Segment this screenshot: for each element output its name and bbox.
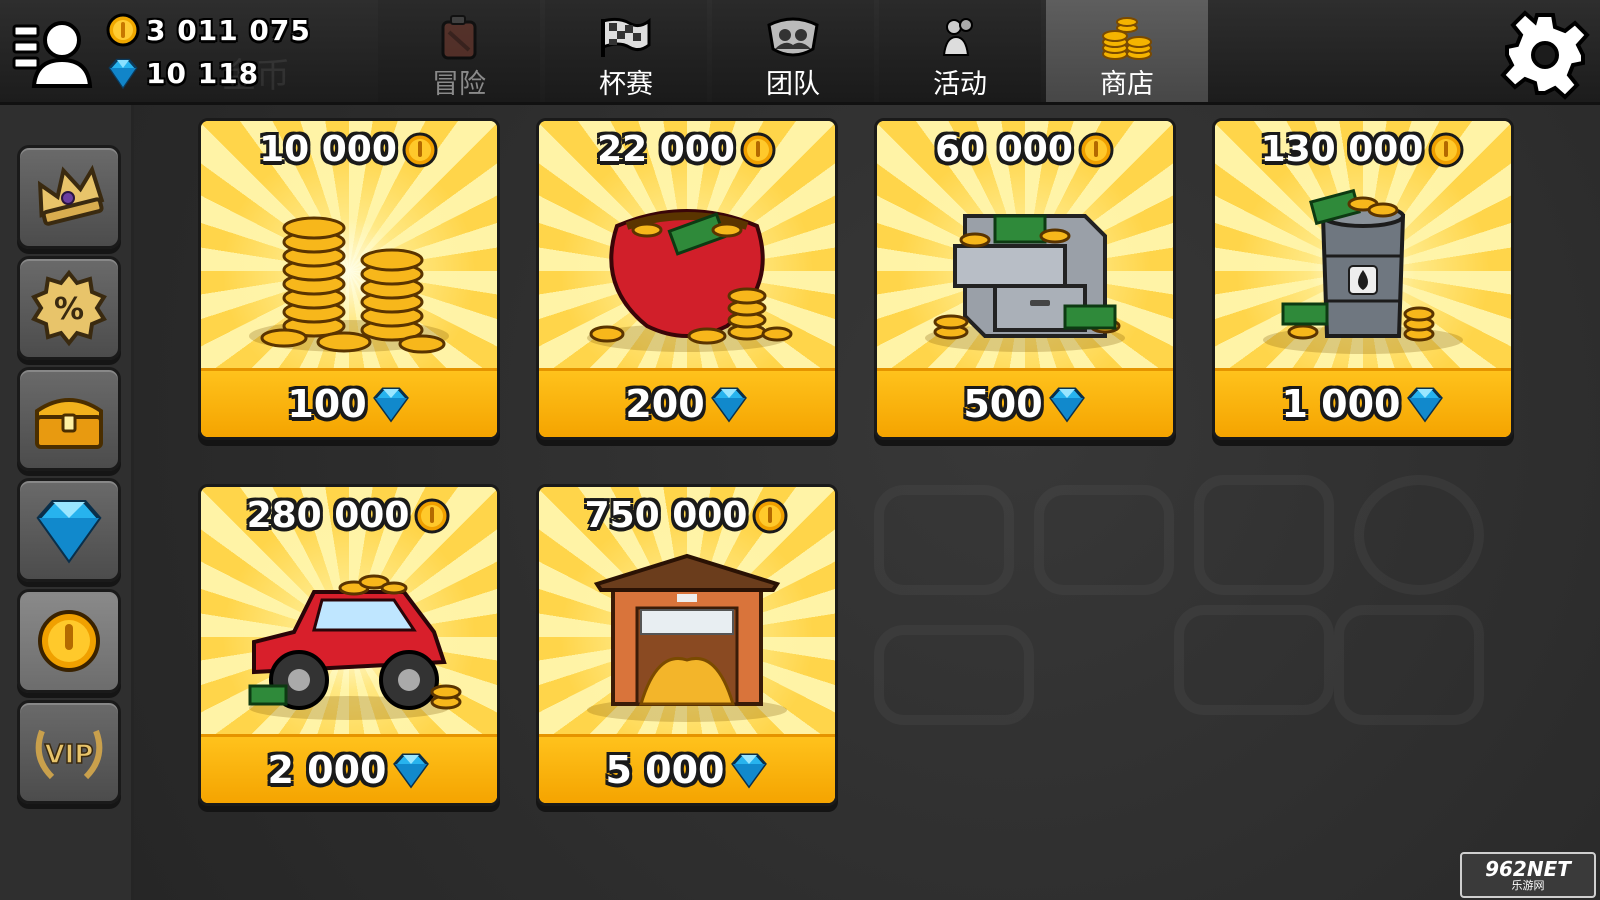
offer-coin-amount: 130 000 (1260, 129, 1424, 170)
site-watermark: 962NET 乐游网 (1460, 852, 1596, 898)
gem-icon (108, 58, 138, 90)
background-decoration (874, 625, 1034, 725)
tab-shop[interactable]: 商店 (1046, 0, 1208, 102)
sidebar-item-coins[interactable] (17, 589, 121, 693)
watermark-sub-text: 乐游网 (1511, 878, 1545, 892)
sidebar-item-chests[interactable] (17, 367, 121, 471)
background-decoration (1034, 485, 1174, 595)
coin-icon (740, 132, 776, 167)
vip-laurel-icon: VIP (35, 729, 103, 780)
offer-gem-price: 1 000 (1281, 382, 1401, 426)
offer-gem-price: 100 (287, 382, 367, 426)
gem-icon (1048, 387, 1085, 423)
crown-icon (37, 164, 105, 226)
coin-icon (106, 13, 140, 47)
coin-offer-card[interactable]: 750 000 5 000 (536, 484, 838, 806)
offer-coin-amount: 22 000 (597, 129, 735, 170)
background-decoration (1334, 605, 1484, 725)
coin-offer-card[interactable]: 10 000 100 (198, 118, 500, 440)
coin-piles-icon (249, 216, 449, 354)
coin-icon (402, 132, 438, 167)
gem-icon (730, 753, 767, 789)
tab-team[interactable]: 团队 (712, 0, 874, 102)
discount-badge-icon: % (31, 269, 107, 347)
coin-icon (1428, 132, 1464, 167)
fuel-can-icon (441, 15, 477, 60)
coin-icon (752, 498, 788, 533)
offer-coin-amount: 10 000 (259, 129, 397, 170)
gear-icon (1500, 10, 1590, 100)
background-decoration (1174, 605, 1334, 715)
coin-stack-icon (1102, 17, 1152, 60)
treasure-chest-icon (35, 398, 103, 449)
top-bar: 3 011 075 10 118 金币 冒险 杯赛 团队 活动 商店 (0, 0, 1600, 105)
profile-icon (12, 21, 93, 88)
offer-gem-price: 2 000 (267, 748, 387, 792)
money-purse-icon (587, 209, 793, 352)
event-people-icon (942, 18, 973, 56)
gem-icon (392, 753, 429, 789)
tab-cups-label: 杯赛 (599, 69, 653, 100)
sidebar-item-offers[interactable]: % (17, 256, 121, 360)
filing-cabinet-icon (925, 214, 1125, 352)
garage-icon (587, 553, 787, 722)
svg-text:VIP: VIP (45, 740, 94, 770)
offer-gem-price: 5 000 (605, 748, 725, 792)
profile-menu-button[interactable] (12, 14, 94, 90)
background-decoration (874, 485, 1014, 595)
shop-category-sidebar: % VIP (0, 105, 134, 900)
tab-events-label: 活动 (933, 69, 987, 100)
offer-coin-amount: 60 000 (935, 129, 1073, 170)
offer-gem-price: 500 (963, 382, 1043, 426)
gem-icon (372, 387, 409, 423)
gem-icon (710, 387, 747, 423)
background-decoration (1354, 475, 1484, 595)
sidebar-item-gems[interactable] (17, 478, 121, 582)
gem-icon (36, 500, 102, 564)
tab-adventure[interactable]: 冒险 (378, 0, 540, 102)
offer-coin-amount: 750 000 (584, 495, 748, 536)
coin-offer-card[interactable]: 130 000 1 000 (1212, 118, 1514, 440)
coin-balance-value: 3 011 075 (146, 13, 311, 47)
coin-offer-card[interactable]: 22 000 200 (536, 118, 838, 440)
main-tabs: 冒险 杯赛 团队 活动 商店 (378, 0, 1213, 102)
sidebar-item-vip[interactable]: VIP (17, 700, 121, 804)
watermark-main-text: 962NET (1485, 856, 1571, 881)
offer-coin-amount: 280 000 (246, 495, 410, 536)
coin-icon (414, 498, 450, 533)
settings-button[interactable] (1500, 10, 1590, 100)
tab-events[interactable]: 活动 (879, 0, 1041, 102)
sidebar-item-vip-pass[interactable] (17, 145, 121, 249)
tab-shop-label: 商店 (1100, 69, 1154, 100)
coin-balance[interactable]: 3 011 075 (106, 13, 311, 47)
jeep-icon (248, 574, 462, 720)
tab-team-label: 团队 (766, 69, 820, 100)
ghost-header-label: 金币 (222, 56, 290, 96)
tab-adventure-label: 冒险 (432, 69, 486, 100)
tab-cups[interactable]: 杯赛 (545, 0, 707, 102)
coin-icon (1078, 132, 1114, 167)
oil-barrel-icon (1263, 188, 1463, 354)
coin-offer-card[interactable]: 60 000 500 (874, 118, 1176, 440)
background-decoration (1194, 475, 1334, 595)
checkered-flag-icon (601, 17, 651, 57)
coin-offer-card[interactable]: 280 000 2 000 (198, 484, 500, 806)
offer-gem-price: 200 (625, 382, 705, 426)
gem-icon (1406, 387, 1443, 423)
team-badge-icon (767, 17, 819, 57)
coin-icon (38, 610, 100, 672)
svg-text:%: % (54, 292, 84, 327)
